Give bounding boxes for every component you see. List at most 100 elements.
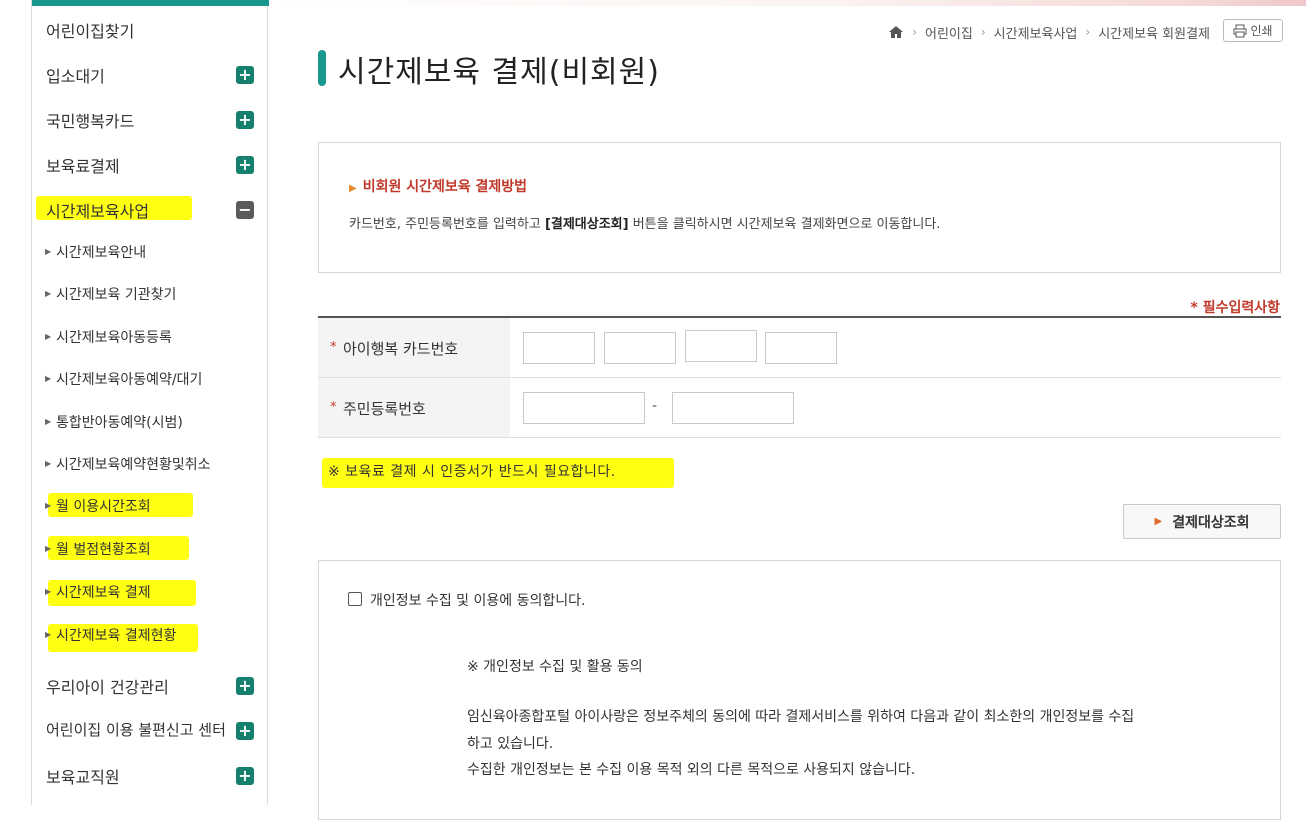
bullet-icon: ▶ (349, 183, 357, 194)
title-accent-bar (318, 50, 326, 86)
print-button[interactable]: 인쇄 (1223, 19, 1283, 42)
info-desc-text: 버튼을 클릭하시면 시간제보육 결제화면으로 이동합니다. (628, 217, 941, 232)
expand-plus-icon[interactable]: + (236, 767, 254, 785)
resident-number-separator: - (652, 398, 658, 414)
header-decoration (268, 0, 1306, 6)
caret-right-icon: ▶ (45, 459, 52, 468)
printer-icon (1233, 24, 1247, 38)
sidebar-item-admission-wait[interactable]: 입소대기 + (32, 54, 267, 94)
required-star: * (330, 400, 337, 415)
caret-right-icon: ▶ (45, 544, 52, 553)
expand-plus-icon[interactable]: + (236, 722, 254, 740)
submenu-reservation-status[interactable]: ▶ 시간제보육예약현황및취소 (32, 449, 267, 479)
submenu-label: 시간제보육 결제 (56, 585, 151, 601)
payment-lookup-button[interactable]: ▶ 결제대상조회 (1123, 504, 1281, 539)
submenu-monthly-usage[interactable]: ▶ 월 이용시간조회 (32, 491, 267, 521)
caret-right-icon: ▶ (45, 501, 52, 510)
expand-plus-icon[interactable]: + (236, 156, 254, 174)
info-description: 카드번호, 주민등록번호를 입력하고 [결제대상조회] 버튼을 클릭하시면 시간… (349, 213, 940, 232)
home-icon[interactable] (888, 24, 904, 40)
expand-plus-icon[interactable]: + (236, 66, 254, 84)
caret-right-icon: ▶ (45, 247, 52, 256)
submenu-payment-status[interactable]: ▶ 시간제보육 결제현황 (32, 620, 267, 650)
info-box: ▶ 비회원 시간제보육 결제방법 카드번호, 주민등록번호를 입력하고 [결제대상… (318, 142, 1281, 273)
breadcrumb-link[interactable]: 어린이집 (925, 23, 973, 42)
agree-checkbox[interactable] (348, 592, 362, 606)
sidebar-item-label: 보육교직원 (46, 768, 120, 787)
sidebar-item-label: 우리아이 건강관리 (46, 678, 169, 697)
collapse-minus-icon[interactable]: − (236, 201, 254, 219)
sidebar-item-childcare-payment[interactable]: 보육료결제 + (32, 144, 267, 184)
sidebar-item-child-health[interactable]: 우리아이 건강관리 + (32, 665, 267, 705)
card-number-row: * 아이행복 카드번호 (318, 318, 1281, 378)
resident-number-label: 주민등록번호 (343, 400, 426, 418)
sidebar-item-hourly-childcare[interactable]: 시간제보육사업 − (32, 189, 267, 229)
info-desc-text: 카드번호, 주민등록번호를 입력하고 (349, 217, 545, 232)
submenu-label: 시간제보육아동등록 (56, 330, 172, 346)
required-star: * (330, 340, 337, 355)
consent-text-line: 수집한 개인정보는 본 수집 이용 목적 외의 다른 목적으로 사용되지 않습니… (467, 762, 916, 778)
card-number-field-4[interactable] (765, 332, 837, 364)
sidebar-top-accent (32, 0, 269, 6)
expand-plus-icon[interactable]: + (236, 677, 254, 695)
submenu-label: 월 벌점현황조회 (56, 542, 151, 558)
card-number-header: * 아이행복 카드번호 (318, 318, 510, 377)
caret-right-icon: ▶ (45, 332, 52, 341)
submenu-reservation-wait[interactable]: ▶ 시간제보육아동예약/대기 (32, 364, 267, 394)
resident-number-header: * 주민등록번호 (318, 378, 510, 437)
sidebar-item-label: 입소대기 (46, 67, 105, 86)
required-note: * 필수입력사항 (1190, 297, 1280, 318)
breadcrumb: › 어린이집 › 시간제보육사업 › 시간제보육 회원결제 (888, 22, 1210, 42)
submenu-integrated-reservation[interactable]: ▶ 통합반아동예약(시범) (32, 407, 267, 437)
submenu-find-institution[interactable]: ▶ 시간제보육 기관찾기 (32, 279, 267, 309)
caret-right-icon: ▶ (1154, 516, 1163, 527)
privacy-consent-box: 개인정보 수집 및 이용에 동의합니다. ※ 개인정보 수집 및 활용 동의 임… (318, 560, 1281, 820)
card-number-field-3[interactable] (685, 330, 757, 362)
card-number-field-2[interactable] (604, 332, 676, 364)
submenu-label: 월 이용시간조회 (56, 499, 151, 515)
breadcrumb-link[interactable]: 시간제보육사업 (994, 23, 1078, 42)
consent-heading: ※ 개인정보 수집 및 활용 동의 (467, 659, 643, 675)
submenu-hourly-guide[interactable]: ▶ 시간제보육안내 (32, 237, 267, 267)
submenu-label: 시간제보육아동예약/대기 (56, 372, 203, 388)
sidebar-item-childcare-staff[interactable]: 보육교직원 + (32, 755, 267, 795)
caret-right-icon: ▶ (45, 417, 52, 426)
breadcrumb-current: 시간제보육 회원결제 (1098, 26, 1210, 42)
info-desc-bold: [결제대상조회] (544, 217, 629, 232)
payment-form: * 아이행복 카드번호 * 주민등록번호 - (318, 316, 1281, 438)
card-number-field-1[interactable] (523, 332, 595, 364)
submenu-monthly-penalty[interactable]: ▶ 월 벌점현황조회 (32, 534, 267, 564)
page-title: 시간제보육 결제(비회원) (338, 55, 660, 90)
chevron-right-icon: › (1085, 25, 1091, 39)
payment-lookup-label: 결제대상조회 (1172, 514, 1250, 531)
sidebar-item-label: 어린이집찾기 (46, 22, 135, 41)
consent-text-line: 하고 있습니다. (467, 736, 554, 752)
resident-number-row: * 주민등록번호 - (318, 378, 1281, 438)
expand-plus-icon[interactable]: + (236, 111, 254, 129)
caret-right-icon: ▶ (45, 289, 52, 298)
resident-number-front-field[interactable] (523, 392, 645, 424)
sidebar: 어린이집찾기 입소대기 + 국민행복카드 + 보육료결제 + 시간제보육사업 −… (31, 0, 269, 805)
sidebar-item-label: 시간제보육사업 (46, 202, 150, 221)
print-label: 인쇄 (1250, 24, 1273, 38)
sidebar-item-label: 국민행복카드 (46, 112, 135, 131)
submenu-child-registration[interactable]: ▶ 시간제보육아동등록 (32, 322, 267, 352)
sidebar-item-daycare-search[interactable]: 어린이집찾기 (32, 9, 267, 49)
sidebar-item-label: 어린이집 이용 불편신고 센터 (46, 721, 226, 739)
certificate-warning: ※ 보육료 결제 시 인증서가 반드시 필요합니다. (328, 464, 616, 480)
chevron-right-icon: › (980, 25, 986, 39)
caret-right-icon: ▶ (45, 630, 52, 639)
submenu-label: 시간제보육 결제현황 (56, 628, 177, 644)
chevron-right-icon: › (912, 25, 918, 39)
caret-right-icon: ▶ (45, 587, 52, 596)
agree-checkbox-label[interactable]: 개인정보 수집 및 이용에 동의합니다. (370, 590, 585, 610)
info-title: ▶ 비회원 시간제보육 결제방법 (349, 176, 527, 196)
resident-number-back-field[interactable] (672, 392, 794, 424)
caret-right-icon: ▶ (45, 374, 52, 383)
submenu-label: 통합반아동예약(시범) (56, 415, 183, 431)
submenu-hourly-payment[interactable]: ▶ 시간제보육 결제 (32, 577, 267, 607)
sidebar-item-complaint-center[interactable]: 어린이집 이용 불편신고 센터 + (32, 710, 267, 750)
info-title-text: 비회원 시간제보육 결제방법 (362, 179, 528, 195)
submenu-label: 시간제보육예약현황및취소 (56, 457, 211, 473)
sidebar-item-happiness-card[interactable]: 국민행복카드 + (32, 99, 267, 139)
